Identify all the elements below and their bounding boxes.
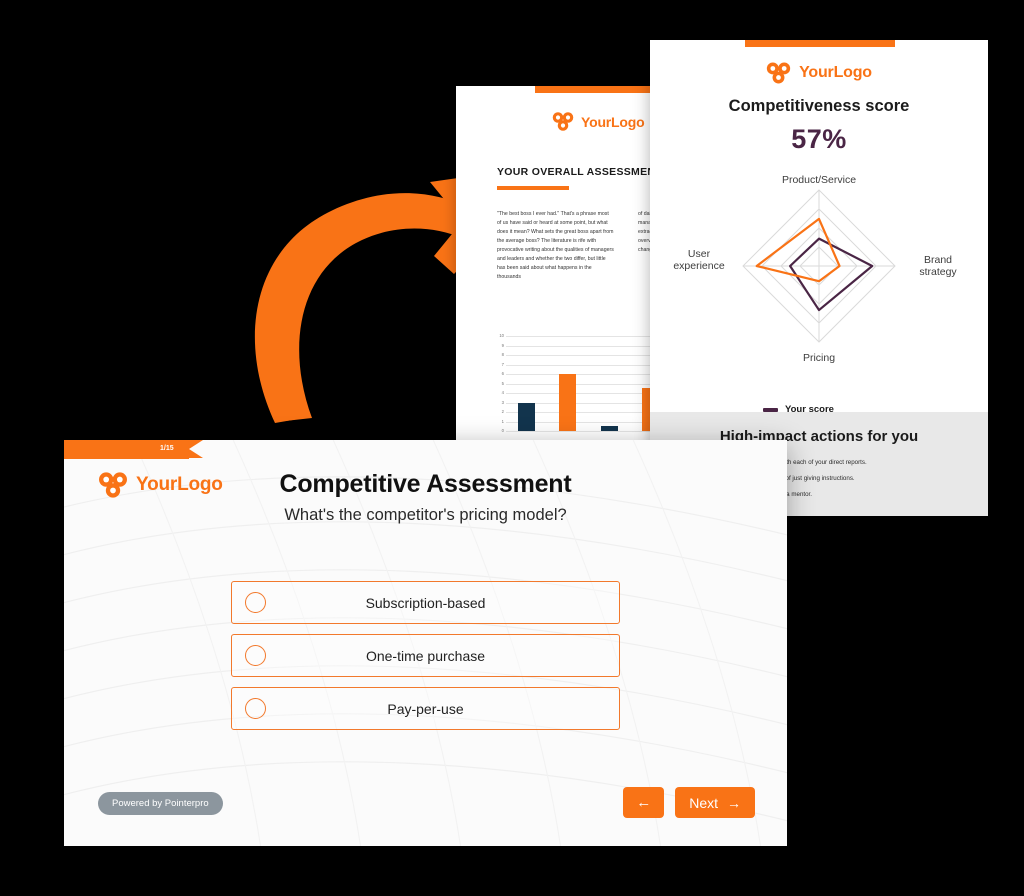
report-logo: YourLogo — [552, 112, 645, 131]
survey-option[interactable]: Subscription-based — [231, 581, 620, 624]
powered-by-badge[interactable]: Powered by Pointerpro — [98, 792, 223, 815]
survey-question: What's the competitor's pricing model? — [284, 506, 567, 524]
bar-chart-y-tick: 6 — [501, 371, 504, 376]
survey-option[interactable]: One-time purchase — [231, 634, 620, 677]
bar-chart-y-tick: 7 — [501, 361, 504, 367]
report-column-left: "The best boss I ever had." That's a phr… — [497, 211, 614, 280]
back-button[interactable]: ← — [623, 787, 665, 818]
bar-chart-y-tick: 5 — [501, 380, 504, 386]
bar-chart-y-tick: 3 — [501, 399, 504, 405]
bar-chart-y-tick: 8 — [501, 352, 504, 357]
screenshot-stage: YourLogo YOUR OVERALL ASSESSMENT SCORE "… — [0, 0, 1024, 896]
bar-chart-bar — [600, 426, 618, 431]
report-title-rule — [497, 186, 569, 190]
result-logo: YourLogo — [650, 62, 988, 84]
progress-label: 1/15 — [160, 444, 174, 452]
radar-label-product: Product/Service — [781, 174, 857, 186]
survey-option[interactable]: Pay-per-use — [231, 687, 620, 730]
bar-chart-y-tick: 2 — [501, 409, 504, 414]
next-button-label: Next — [689, 794, 718, 811]
radar-label-userexp: User experience — [673, 248, 725, 273]
radio-button-icon[interactable] — [245, 645, 266, 666]
bar-chart-y-tick: 10 — [499, 333, 504, 338]
bar-chart-y-tick: 4 — [501, 390, 504, 395]
survey-option-list[interactable]: Subscription-based One-time purchase Pay-p… — [231, 581, 620, 740]
radar-label-brand: Brand strategy — [919, 254, 957, 279]
competitiveness-score-heading: Competitiveness score — [728, 97, 910, 115]
bar-chart-bar — [518, 402, 536, 431]
report-logo-text: YourLogo — [581, 113, 645, 130]
bar-chart-bar — [559, 374, 577, 431]
result-logo-text: YourLogo — [799, 64, 872, 81]
competitiveness-score-value: 57% — [791, 124, 847, 154]
radar-series-average-score — [755, 217, 841, 283]
survey-option-label: One-time purchase — [365, 647, 486, 664]
radar-label-pricing: Pricing — [802, 352, 836, 364]
radio-button-icon[interactable] — [245, 698, 266, 719]
result-accent-bar — [745, 40, 895, 47]
radar-legend-swatch — [763, 407, 778, 412]
brand-logo-icon — [766, 62, 791, 84]
survey-slide[interactable]: 1/15 YourLogo Competitive Assessment Wha… — [64, 440, 787, 846]
next-button[interactable]: Next → — [675, 787, 755, 818]
survey-title: Competitive Assessment — [279, 470, 572, 498]
survey-option-label: Pay-per-use — [387, 700, 464, 717]
bar-chart-y-tick: 1 — [501, 418, 504, 424]
radio-button-icon[interactable] — [245, 592, 266, 613]
bar-chart-y-tick: 0 — [501, 428, 504, 433]
arrow-right-icon: → — [727, 794, 741, 811]
bar-chart-y-axis: 10 9 8 7 6 5 4 3 2 1 0 — [486, 333, 504, 433]
bar-chart-y-tick: 9 — [501, 342, 504, 348]
progress-bar-tip — [189, 440, 203, 458]
survey-navigation[interactable]: ← Next → — [623, 787, 755, 818]
survey-option-label: Subscription-based — [365, 594, 486, 611]
arrow-left-icon: ← — [636, 794, 652, 811]
radar-chart: Product/Service Brand strategy Pricing U… — [650, 166, 988, 392]
brand-logo-icon — [552, 112, 574, 131]
